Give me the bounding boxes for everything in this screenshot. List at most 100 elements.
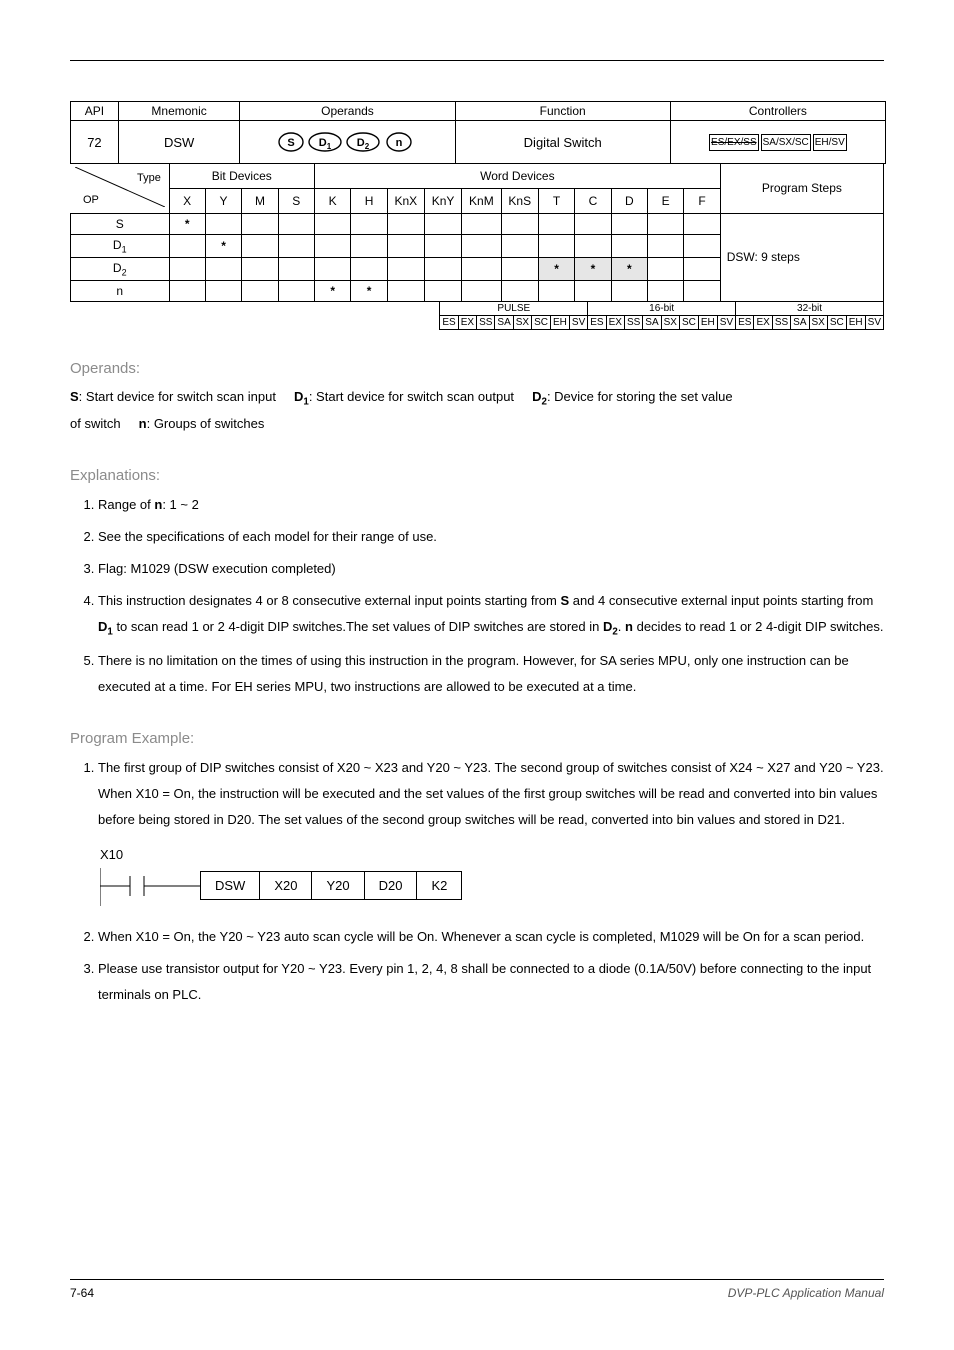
page-number: 7-64: [70, 1286, 94, 1300]
example-item: Please use transistor output for Y20 ~ Y…: [98, 956, 884, 1008]
mnemonic-value: DSW: [119, 121, 240, 163]
svg-text:OP: OP: [83, 194, 99, 206]
col-header: KnM: [462, 188, 502, 213]
operands-paragraph: S: Start device for switch scan input D1…: [70, 385, 884, 437]
grid-cell: *: [538, 257, 574, 280]
pb-cell: EX: [458, 316, 476, 330]
api-number: 72: [71, 121, 118, 163]
pb-cell: EX: [754, 316, 772, 330]
example-item: When X10 = On, the Y20 ~ Y23 auto scan c…: [98, 924, 884, 950]
col-header: KnY: [424, 188, 461, 213]
col-header: X: [169, 188, 205, 213]
explanations-title: Explanations:: [70, 467, 884, 484]
ladder-cell: X20: [260, 872, 312, 899]
footer-right: DVP-PLC Application Manual: [728, 1286, 884, 1300]
pb-cell: ES: [440, 316, 458, 330]
explanations-list: Range of n: 1 ~ 2 See the specifications…: [70, 492, 884, 700]
operands-title: Operands:: [70, 360, 884, 377]
row-label-d2: D2: [71, 257, 170, 280]
ladder-diagram: X10 DSW X20 Y20 D20 K2: [100, 847, 884, 906]
svg-text:D2: D2: [357, 137, 370, 151]
exp-item: There is no limitation on the times of u…: [98, 648, 884, 700]
pb-cell: SS: [477, 316, 495, 330]
pb-cell: ES: [588, 316, 606, 330]
op-d1: D1: [294, 389, 309, 404]
grid-cell: *: [315, 281, 351, 302]
svg-text:Type: Type: [137, 172, 161, 184]
operands-header: Operands: [240, 102, 454, 121]
ladder-cell: K2: [417, 872, 461, 899]
op-s: S: [70, 389, 79, 404]
col-header: S: [278, 188, 314, 213]
svg-text:D1: D1: [319, 137, 332, 151]
exp-item: Flag: M1029 (DSW execution completed): [98, 556, 884, 582]
pb-cell: SS: [624, 316, 642, 330]
col-header: E: [647, 188, 683, 213]
row-label-n: n: [71, 281, 170, 302]
col-header: KnS: [501, 188, 538, 213]
pulse-bits-table: PULSE 16-bit 32-bit ESEXSSSASXSCEHSVESEX…: [439, 301, 884, 330]
col-header: D: [611, 188, 647, 213]
ladder-contact-label: X10: [100, 847, 462, 862]
pb-cell: SV: [865, 316, 883, 330]
word-devices-header: Word Devices: [315, 164, 721, 189]
example-list: The first group of DIP switches consist …: [70, 755, 884, 833]
grid-cell: *: [351, 281, 387, 302]
ladder-cell: D20: [365, 872, 418, 899]
exp-item: Range of n: 1 ~ 2: [98, 492, 884, 518]
page-footer: 7-64 DVP-PLC Application Manual: [70, 1279, 884, 1300]
pb-cell: EH: [698, 316, 717, 330]
pb-header: 16-bit: [588, 302, 736, 316]
pb-cell: SS: [772, 316, 790, 330]
controllers-header: Controllers: [671, 102, 885, 121]
pb-cell: SV: [569, 316, 587, 330]
ladder-instruction-box: DSW X20 Y20 D20 K2: [200, 871, 462, 900]
pb-header: 32-bit: [736, 302, 884, 316]
pb-cell: SX: [661, 316, 679, 330]
col-header: F: [684, 188, 720, 213]
pb-cell: SX: [809, 316, 827, 330]
col-header: T: [538, 188, 574, 213]
program-example-title: Program Example:: [70, 730, 884, 747]
grid-cell: *: [169, 213, 205, 234]
example-list-2: When X10 = On, the Y20 ~ Y23 auto scan c…: [70, 924, 884, 1008]
pb-cell: SC: [679, 316, 698, 330]
function-value: Digital Switch: [456, 121, 670, 163]
op-d2: D2: [532, 389, 547, 404]
pb-cell: EX: [606, 316, 624, 330]
pb-cell: SA: [495, 316, 513, 330]
example-item: The first group of DIP switches consist …: [98, 755, 884, 833]
pb-cell: SC: [827, 316, 846, 330]
pb-header: PULSE: [440, 302, 588, 316]
type-op-diagonal: Type OP: [75, 167, 165, 207]
controller-box: EH/SV: [813, 134, 847, 151]
col-header: H: [351, 188, 387, 213]
op-n: n: [139, 416, 147, 431]
program-steps-header: Program Steps: [720, 164, 883, 214]
pb-cell: SV: [717, 316, 735, 330]
controller-box: SA/SX/SC: [761, 134, 811, 151]
pb-cell: SA: [643, 316, 661, 330]
col-header: K: [315, 188, 351, 213]
svg-text:S: S: [288, 137, 295, 149]
grid-cell: *: [611, 257, 647, 280]
col-header: KnX: [387, 188, 424, 213]
function-header: Function: [456, 102, 670, 121]
col-header: C: [575, 188, 611, 213]
pb-cell: EH: [846, 316, 865, 330]
col-header: Y: [205, 188, 241, 213]
col-header: M: [242, 188, 278, 213]
api-header: API: [71, 102, 118, 121]
pb-cell: SA: [791, 316, 809, 330]
pb-cell: SC: [532, 316, 551, 330]
exp-item: This instruction designates 4 or 8 conse…: [98, 588, 884, 642]
bit-devices-header: Bit Devices: [169, 164, 315, 189]
ladder-cell: DSW: [201, 872, 260, 899]
row-label-d1: D1: [71, 234, 170, 257]
pb-cell: EH: [551, 316, 570, 330]
pb-cell: SX: [513, 316, 531, 330]
grid-cell: *: [205, 234, 241, 257]
svg-text:n: n: [396, 137, 403, 149]
row-label-s: S: [71, 213, 170, 234]
pb-cell: ES: [736, 316, 754, 330]
